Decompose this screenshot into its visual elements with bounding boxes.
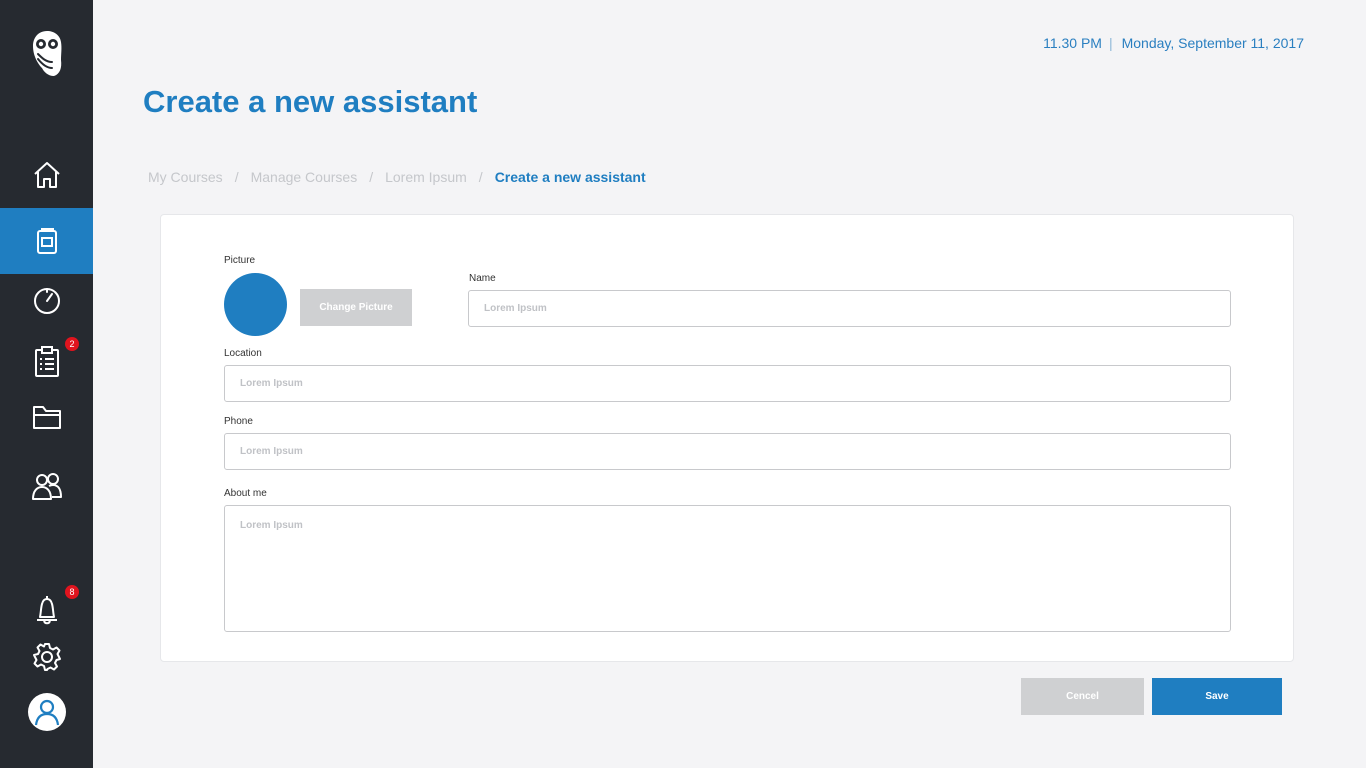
- users-icon[interactable]: [0, 466, 93, 506]
- current-time: 11.30 PM: [1043, 35, 1102, 51]
- clipboard-icon[interactable]: [0, 342, 93, 382]
- breadcrumb-current: Create a new assistant: [494, 169, 646, 185]
- datetime-separator: |: [1108, 35, 1113, 51]
- gear-icon[interactable]: [0, 638, 93, 676]
- sidebar: 2 8: [0, 0, 93, 768]
- breadcrumb-separator: /: [369, 169, 374, 185]
- save-button[interactable]: Save: [1152, 678, 1282, 715]
- name-label: Name: [469, 273, 496, 284]
- home-icon[interactable]: [0, 155, 93, 195]
- breadcrumb-separator: /: [478, 169, 483, 185]
- location-label: Location: [224, 348, 262, 359]
- breadcrumb: My Courses / Manage Courses / Lorem Ipsum / Cr…: [148, 169, 646, 185]
- page-title: Create a new assistant: [143, 84, 478, 119]
- breadcrumb-manage-courses[interactable]: Manage Courses: [251, 169, 358, 185]
- current-date: Monday, September 11, 2017: [1121, 35, 1304, 51]
- location-input[interactable]: Lorem Ipsum: [224, 365, 1231, 402]
- picture-label: Picture: [224, 255, 256, 266]
- about-textarea[interactable]: Lorem Ipsum: [224, 505, 1231, 632]
- notification-badge: 2: [65, 337, 79, 351]
- folder-icon[interactable]: [0, 398, 93, 436]
- name-input[interactable]: Lorem Ipsum: [468, 290, 1231, 327]
- change-picture-button[interactable]: Change Picture: [300, 289, 412, 326]
- breadcrumb-separator: /: [234, 169, 239, 185]
- user-avatar-icon[interactable]: [0, 691, 93, 733]
- cancel-button[interactable]: Cencel: [1021, 678, 1144, 715]
- datetime-bar: 11.30 PM | Monday, September 11, 2017: [1043, 35, 1304, 51]
- notification-badge: 8: [65, 585, 79, 599]
- courses-icon[interactable]: [0, 208, 93, 274]
- about-label: About me: [224, 488, 267, 499]
- breadcrumb-my-courses[interactable]: My Courses: [148, 169, 223, 185]
- picture-preview: [224, 273, 287, 336]
- breadcrumb-lorem-ipsum[interactable]: Lorem Ipsum: [385, 169, 467, 185]
- phone-input[interactable]: Lorem Ipsum: [224, 433, 1231, 470]
- owl-logo-icon[interactable]: [0, 26, 93, 80]
- phone-label: Phone: [224, 416, 253, 427]
- clock-icon[interactable]: [0, 282, 93, 320]
- bell-icon[interactable]: [0, 590, 93, 630]
